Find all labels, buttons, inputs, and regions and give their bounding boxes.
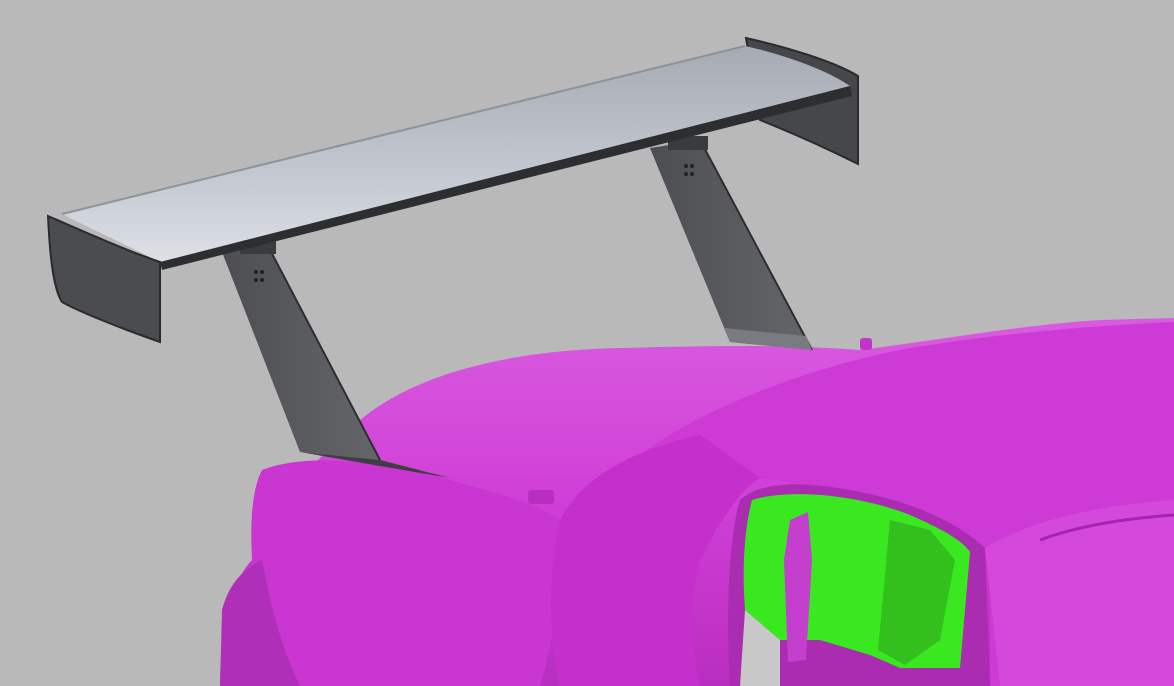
hinge-nub xyxy=(528,490,554,504)
car-body-scan[interactable] xyxy=(220,318,1174,686)
3d-viewport[interactable] xyxy=(0,0,1174,686)
antenna-stub xyxy=(860,338,872,350)
scene-canvas[interactable] xyxy=(0,0,1174,686)
right-upright xyxy=(650,140,812,350)
left-upright xyxy=(222,246,380,460)
